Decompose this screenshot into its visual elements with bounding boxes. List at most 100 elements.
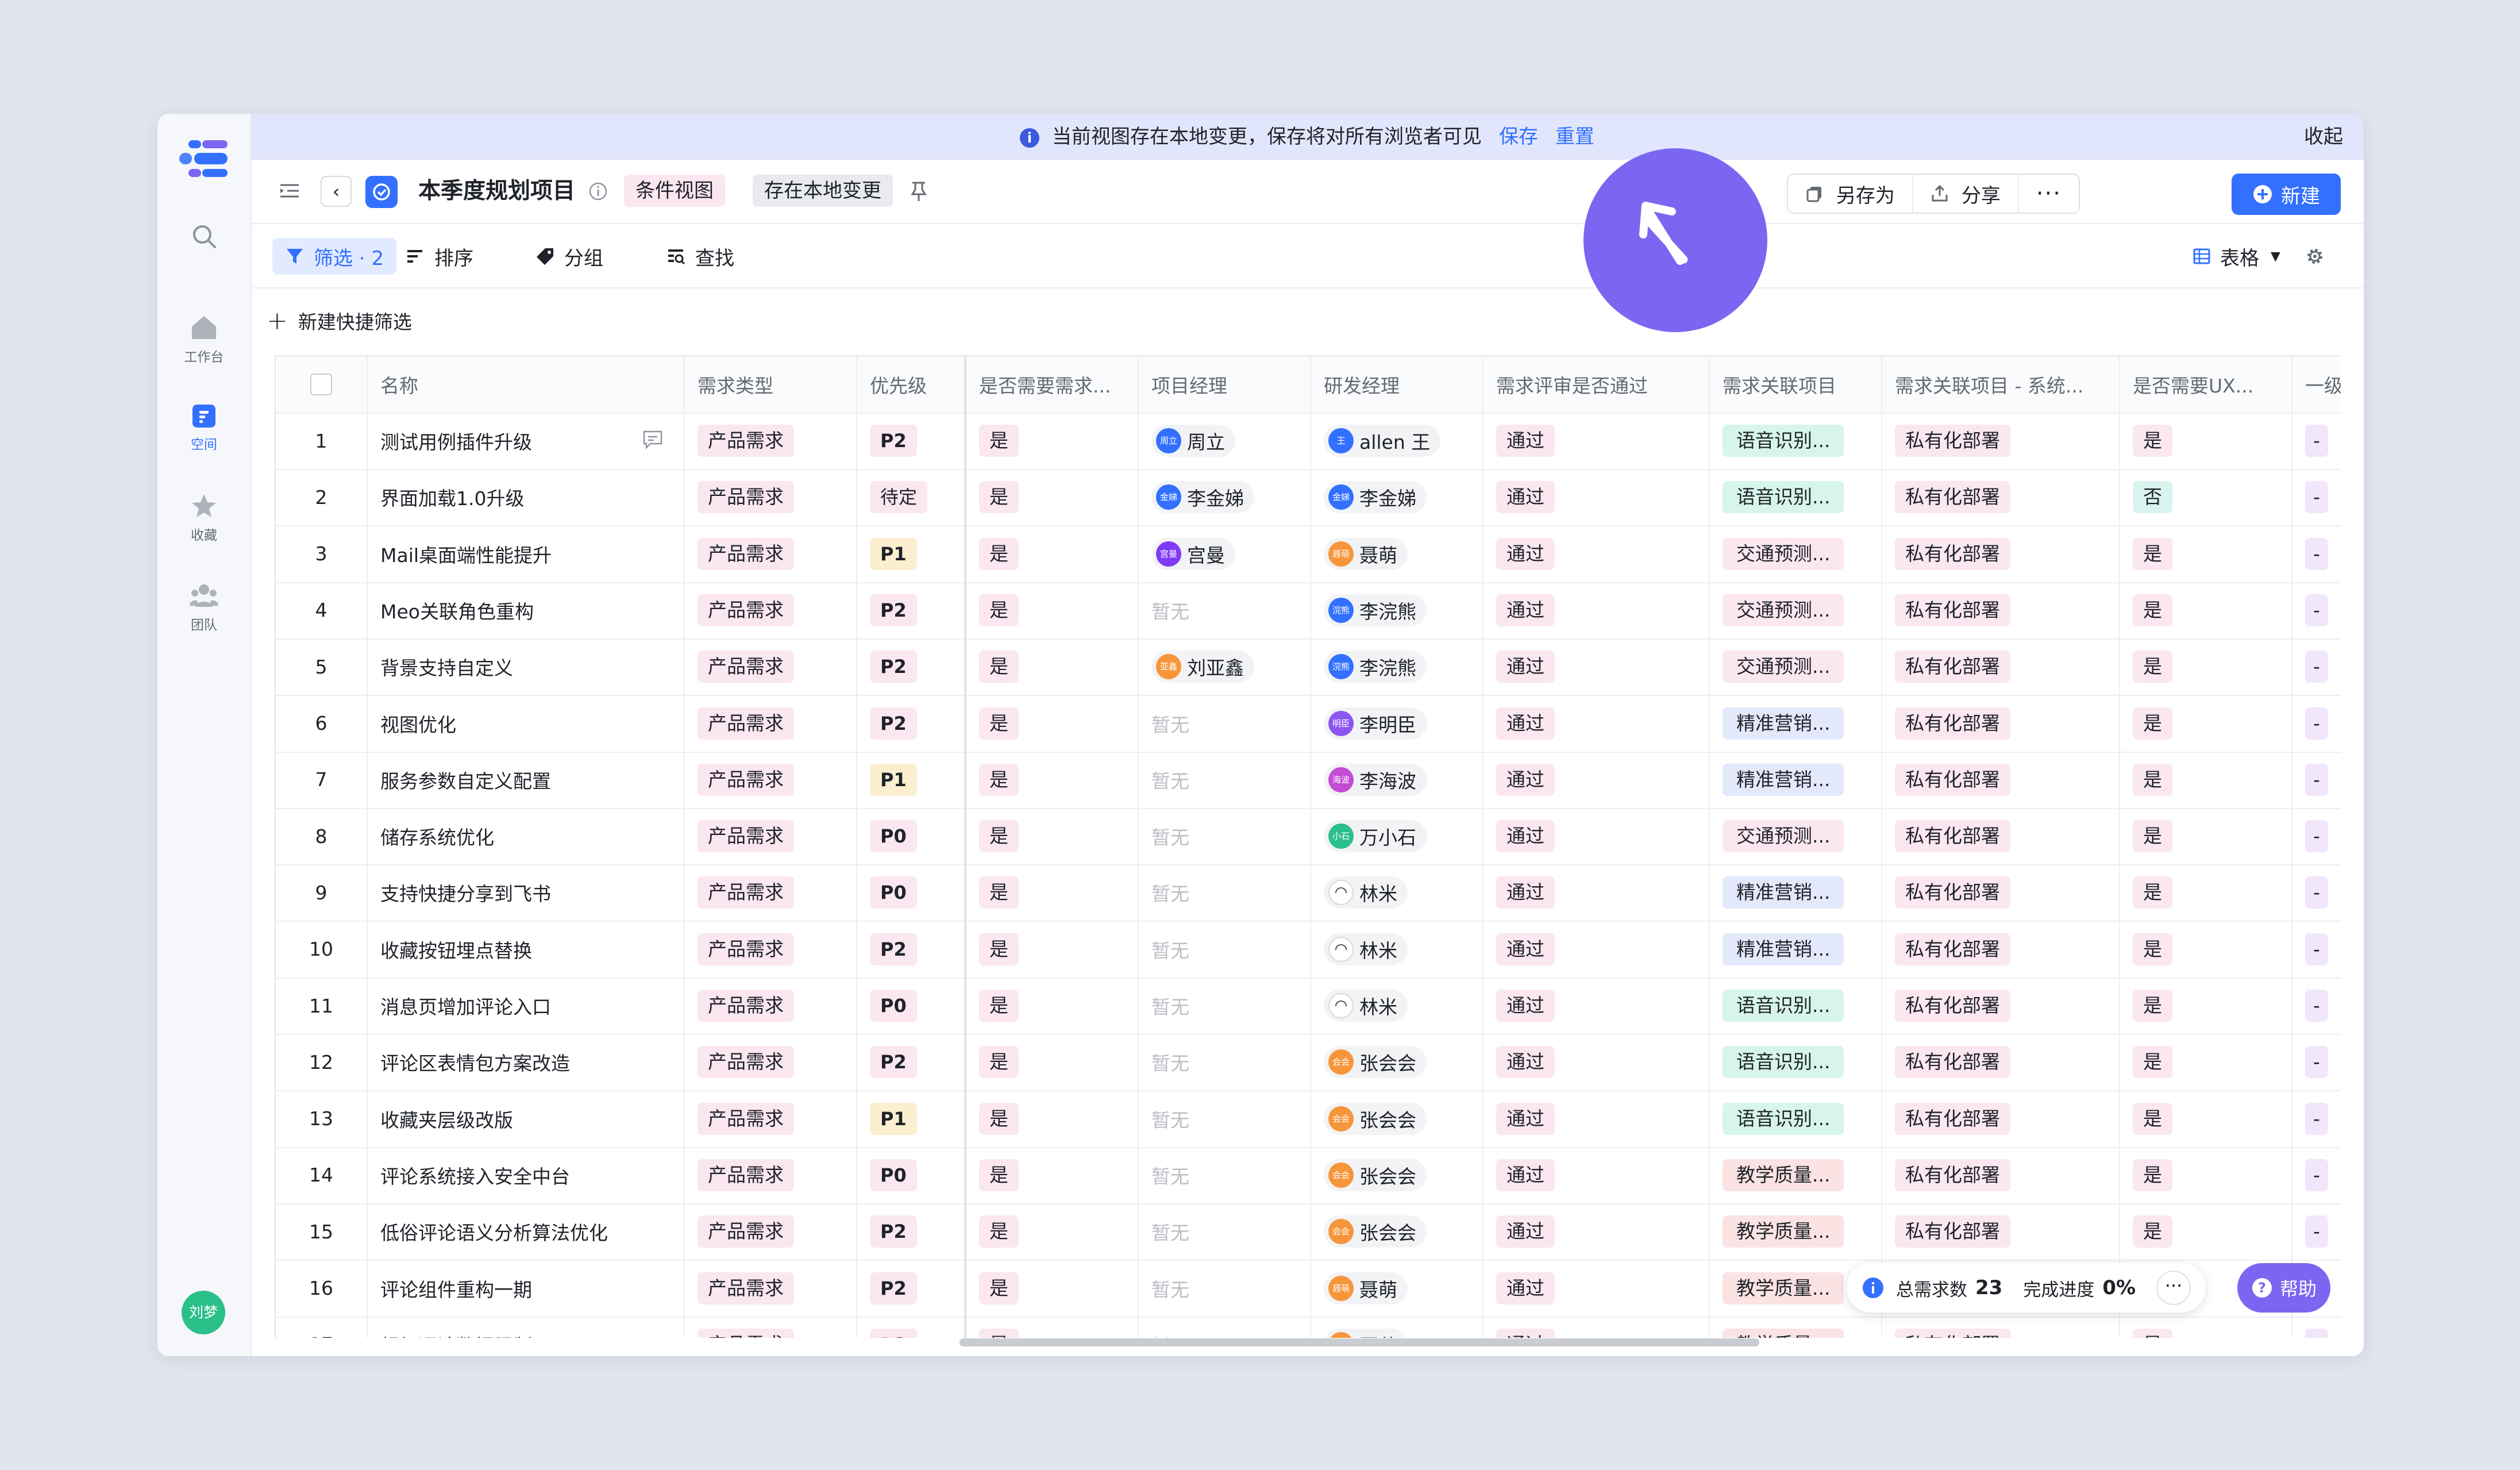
priority-cell[interactable]: P0 (857, 864, 966, 921)
need-cell[interactable]: 是 (966, 469, 1139, 526)
table-row[interactable]: 4 Meo关联角色重构 产品需求 P2 是 暂无 浣熊 李浣熊 通过 交通预测... 私有化部署 是 - (276, 582, 2341, 640)
project-cell[interactable]: 教学质量... (1710, 1146, 1882, 1203)
project-cell[interactable]: 交通预测... (1710, 808, 1882, 865)
type-cell[interactable]: 产品需求 (685, 921, 857, 978)
dev-chip[interactable]: 聂萌聂萌 (1324, 1328, 1408, 1338)
ux-cell[interactable]: 是 (2120, 582, 2292, 638)
need-cell[interactable]: 是 (966, 1316, 1139, 1338)
type-cell[interactable]: 产品需求 (685, 695, 857, 752)
priority-cell[interactable]: 待定 (857, 469, 966, 526)
dev-chip[interactable]: 会会 张会会 (1324, 1102, 1427, 1135)
dev-chip[interactable]: 聂萌聂萌 (1324, 1272, 1408, 1304)
name-cell[interactable]: Mail桌面端性能提升 (368, 525, 685, 582)
project-system-cell[interactable]: 私有化部署 (1882, 864, 2120, 921)
row-number-cell[interactable]: 3 (276, 525, 368, 582)
review-cell[interactable]: 通过 (1484, 751, 1710, 808)
priority-cell[interactable]: P2 (857, 1260, 966, 1317)
condition-view-tag[interactable]: 条件视图 (624, 175, 725, 207)
col-header-need[interactable]: 是否需要需求... (966, 356, 1139, 413)
project-cell[interactable]: 精准营销... (1710, 921, 1882, 978)
row-number-cell[interactable]: 1 (276, 413, 368, 469)
pm-cell[interactable]: 宫曼 宫曼 (1139, 525, 1311, 582)
search-button[interactable]: 查找 (666, 238, 734, 275)
type-cell[interactable]: 产品需求 (685, 864, 857, 921)
dev-cell[interactable]: ◠ 林米 (1311, 978, 1484, 1034)
level-cell[interactable]: - (2292, 413, 2341, 469)
pm-chip[interactable]: 亚鑫 刘亚鑫 (1151, 651, 1254, 683)
rail-search[interactable] (157, 223, 251, 252)
project-system-cell[interactable]: 私有化部署 (1882, 582, 2120, 638)
table-row[interactable]: 9 支持快捷分享到飞书 产品需求 P0 是 暂无 ◠ 林米 通过 精准营销... 私有化部署 是 - (276, 864, 2341, 922)
need-cell[interactable]: 是 (966, 638, 1139, 695)
rail-workspace[interactable]: 工作台 (157, 315, 251, 365)
level-cell[interactable]: - (2292, 638, 2341, 695)
pm-cell[interactable]: 暂无 (1139, 1260, 1311, 1317)
table-row[interactable]: 5 背景支持自定义 产品需求 P2 是 亚鑫 刘亚鑫 浣熊 李浣熊 通过 交通预测... 私有化部署 是… (276, 638, 2341, 696)
row-number-cell[interactable]: 11 (276, 978, 368, 1034)
project-cell[interactable]: 精准营销... (1710, 695, 1882, 752)
col-header-name[interactable]: 名称 (368, 356, 685, 413)
project-system-cell[interactable]: 私有化部署 (1882, 1090, 2120, 1147)
level-cell[interactable]: - (2292, 469, 2341, 525)
col-header-pm[interactable]: 项目经理 (1139, 356, 1311, 413)
project-cell[interactable]: 交通预测... (1710, 582, 1882, 638)
pm-chip[interactable]: 周立 周立 (1151, 425, 1235, 457)
row-number-cell[interactable]: 7 (276, 751, 368, 808)
need-cell[interactable]: 是 (966, 921, 1139, 978)
project-system-cell[interactable]: 私有化部署 (1882, 751, 2120, 808)
table-row[interactable]: 2 界面加载1.0升级 产品需求 待定是金娣 李金娣 金娣 李金娣 通过 语音识别... 私有化部… (276, 469, 2341, 527)
dev-chip[interactable]: 浣熊 李浣熊 (1324, 594, 1427, 626)
row-number-cell[interactable]: 16 (276, 1260, 368, 1317)
dev-cell[interactable]: 会会 张会会 (1311, 1090, 1484, 1147)
col-header-project-system[interactable]: 需求关联项目 - 系统... (1882, 356, 2120, 413)
ux-cell[interactable]: 是 (2120, 525, 2292, 582)
pm-cell[interactable]: 暂无 (1139, 978, 1311, 1034)
pm-cell[interactable]: 暂无 (1139, 695, 1311, 752)
ux-cell[interactable]: 是 (2120, 921, 2292, 978)
row-number-cell[interactable]: 2 (276, 469, 368, 526)
type-cell[interactable]: 产品需求 (685, 808, 857, 865)
priority-cell[interactable]: P2 (857, 638, 966, 695)
ux-cell[interactable]: 是 (2120, 808, 2292, 865)
need-cell[interactable]: 是 (966, 1203, 1139, 1260)
dev-chip[interactable]: 金娣 李金娣 (1324, 481, 1427, 514)
level-cell[interactable]: - (2292, 978, 2341, 1034)
review-cell[interactable]: 通过 (1484, 1034, 1710, 1091)
level-cell[interactable]: - (2292, 695, 2341, 752)
level-cell[interactable]: - (2292, 1203, 2341, 1260)
pm-cell[interactable]: 金娣 李金娣 (1139, 469, 1311, 526)
priority-cell[interactable]: P1 (857, 751, 966, 808)
name-cell[interactable]: 消息页增加评论入口 (368, 978, 685, 1034)
name-cell[interactable]: 储存系统优化 (368, 808, 685, 865)
pm-chip[interactable]: 金娣 李金娣 (1151, 481, 1254, 514)
dev-cell[interactable]: 会会 张会会 (1311, 1034, 1484, 1091)
settings-button[interactable] (2305, 238, 2334, 275)
dev-chip[interactable]: ◠ 林米 (1324, 933, 1408, 965)
need-cell[interactable]: 是 (966, 1260, 1139, 1317)
pm-cell[interactable]: 暂无 (1139, 864, 1311, 921)
project-system-cell[interactable]: 私有化部署 (1882, 1316, 2120, 1338)
dev-chip[interactable]: 聂萌聂萌 (1324, 537, 1408, 570)
pm-cell[interactable]: 暂无 (1139, 808, 1311, 865)
save-as-button[interactable]: 另存为 (1788, 175, 1912, 213)
dev-chip[interactable]: 会会 张会会 (1324, 1215, 1427, 1248)
table-row[interactable]: 17 超级评论数据限制 产品需求 P2 是 暂无 聂萌聂萌 通过 教学质量... 私有化部署 是 - (276, 1316, 2341, 1338)
project-cell[interactable]: 语音识别... (1710, 1090, 1882, 1147)
project-system-cell[interactable]: 私有化部署 (1882, 921, 2120, 978)
priority-cell[interactable]: P2 (857, 1034, 966, 1091)
level-cell[interactable]: - (2292, 1147, 2341, 1203)
table-row[interactable]: 7 服务参数自定义配置 产品需求 P1 是 暂无 海波 李海波 通过 精准营销... 私有化部署 是 - (276, 751, 2341, 809)
back-button[interactable]: ‹ (321, 176, 352, 207)
rail-space[interactable]: 空间 (157, 405, 251, 453)
type-cell[interactable]: 产品需求 (685, 1260, 857, 1317)
project-cell[interactable]: 精准营销... (1710, 751, 1882, 808)
project-system-cell[interactable]: 私有化部署 (1882, 808, 2120, 865)
col-header-type[interactable]: 需求类型 (685, 356, 857, 413)
review-cell[interactable]: 通过 (1484, 1090, 1710, 1147)
dev-chip[interactable]: 明臣 李明臣 (1324, 707, 1427, 740)
need-cell[interactable]: 是 (966, 1090, 1139, 1147)
name-cell[interactable]: 服务参数自定义配置 (368, 751, 685, 808)
row-number-cell[interactable]: 14 (276, 1146, 368, 1203)
ux-cell[interactable]: 是 (2120, 864, 2292, 921)
dev-chip[interactable]: 小石 万小石 (1324, 820, 1427, 853)
